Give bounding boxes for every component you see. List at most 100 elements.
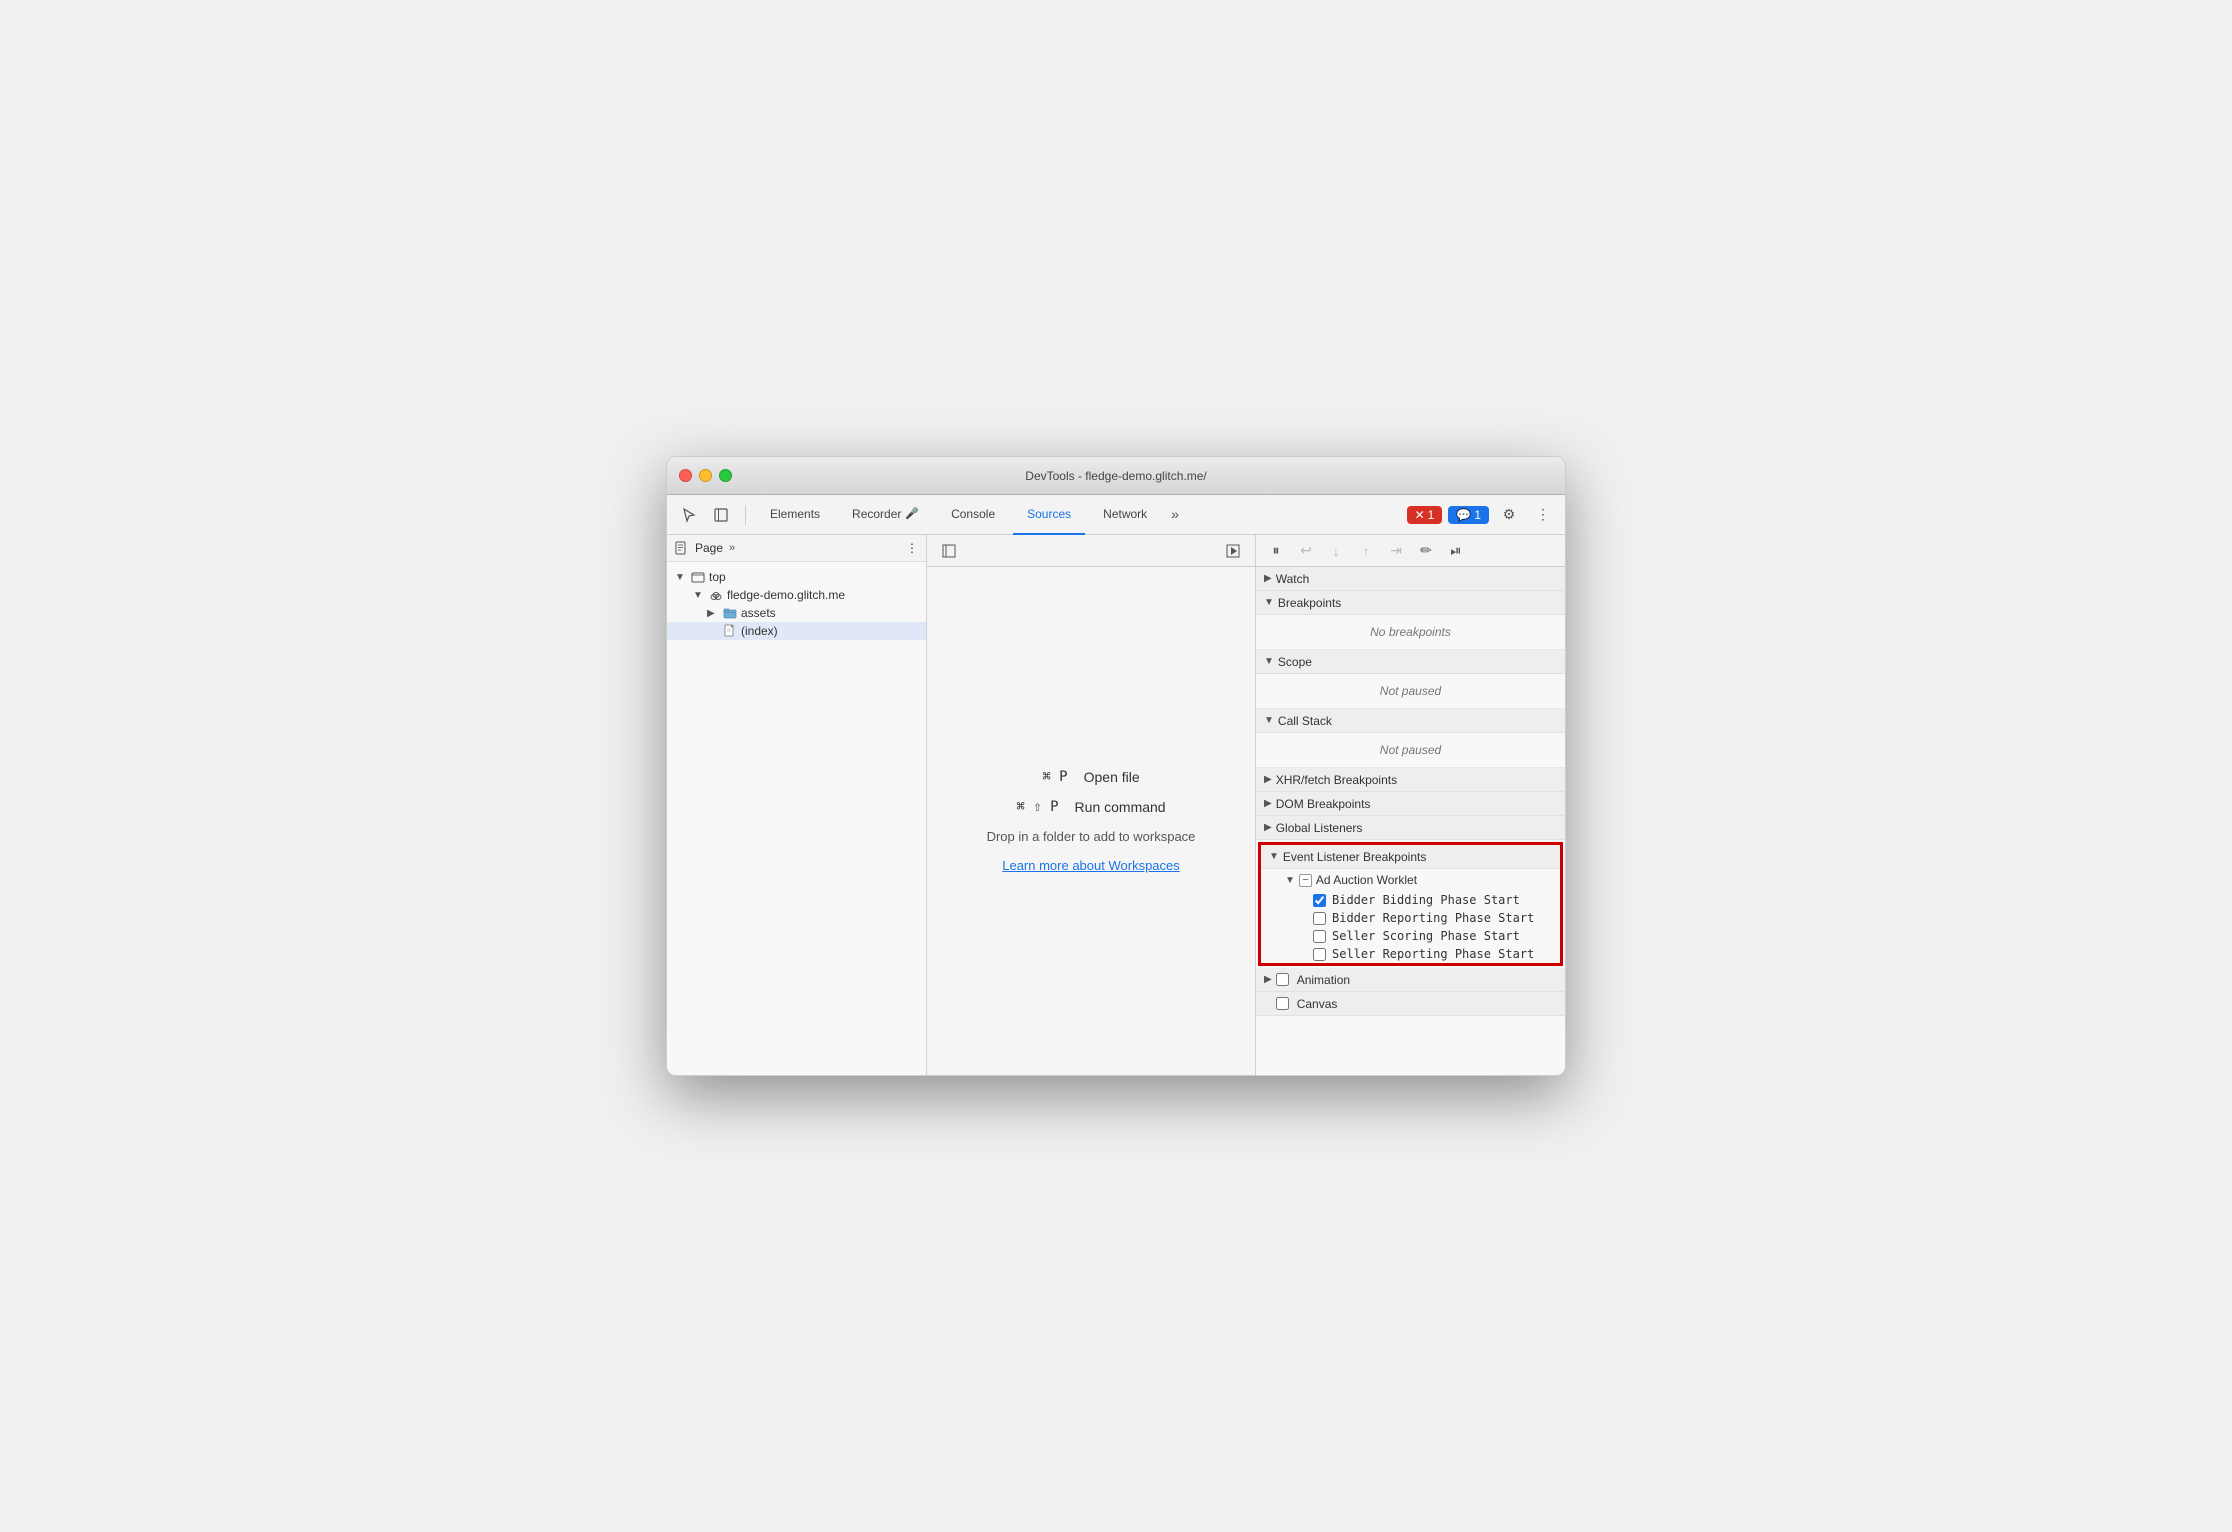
section-callstack-content: Not paused (1256, 733, 1565, 768)
tab-console[interactable]: Console (937, 495, 1009, 535)
step-over-button[interactable]: ↩ (1294, 539, 1318, 563)
workspace-link[interactable]: Learn more about Workspaces (1002, 858, 1180, 873)
checkbox-seller-scoring-label: Seller Scoring Phase Start (1332, 929, 1520, 943)
arrow-watch: ▶ (1264, 573, 1272, 584)
section-global-label: Global Listeners (1276, 821, 1363, 835)
checkbox-bidder-bidding-input[interactable] (1313, 894, 1326, 907)
checkbox-bidder-bidding: Bidder Bidding Phase Start (1277, 891, 1560, 909)
event-listener-section: ▼ Event Listener Breakpoints ▼ − Ad Auct… (1258, 842, 1563, 966)
left-panel-title: Page (695, 541, 723, 555)
error-badge[interactable]: ✕ 1 (1407, 506, 1443, 524)
main-layout: Page » ⋮ ▼ top ▼ (667, 535, 1565, 1075)
section-scope[interactable]: ▼ Scope (1256, 650, 1565, 674)
minimize-button[interactable] (699, 469, 712, 482)
checkbox-bidder-reporting: Bidder Reporting Phase Start (1277, 909, 1560, 927)
sub-section-ad-auction: ▼ − Ad Auction Worklet Bidder Bidding Ph… (1261, 869, 1560, 963)
play-icon[interactable] (1219, 537, 1247, 565)
left-panel: Page » ⋮ ▼ top ▼ (667, 535, 927, 1075)
tab-recorder[interactable]: Recorder 🎤 (838, 495, 933, 535)
section-watch-label: Watch (1276, 572, 1310, 586)
section-scope-content: Not paused (1256, 674, 1565, 709)
tree-item-fledge[interactable]: ▼ fledge-demo.glitch.me (667, 586, 926, 604)
shortcut-key-open: ⌘ P (1042, 769, 1067, 785)
arrow-dom: ▶ (1264, 798, 1272, 809)
arrow-assets: ▶ (707, 608, 719, 619)
pause-button[interactable]: ⏸ (1264, 539, 1288, 563)
shortcut-key-run: ⌘ ⇧ P (1016, 799, 1058, 815)
section-event-listener-label: Event Listener Breakpoints (1283, 850, 1426, 864)
checkbox-seller-scoring: Seller Scoring Phase Start (1277, 927, 1560, 945)
settings-icon[interactable]: ⚙ (1495, 501, 1523, 529)
cursor-icon[interactable] (675, 501, 703, 529)
checkbox-seller-scoring-input[interactable] (1313, 930, 1326, 943)
checkbox-animation[interactable] (1276, 973, 1289, 986)
sub-section-ad-auction-header[interactable]: ▼ − Ad Auction Worklet (1277, 869, 1560, 891)
tree-item-index[interactable]: ▶ (index) (667, 622, 926, 640)
toolbar-right: ✕ 1 💬 1 ⚙ ⋮ (1407, 501, 1557, 529)
section-scope-label: Scope (1278, 655, 1312, 669)
shortcut-keys-open: ⌘ P (1042, 769, 1067, 785)
checkbox-seller-reporting-input[interactable] (1313, 948, 1326, 961)
section-dom[interactable]: ▶ DOM Breakpoints (1256, 792, 1565, 816)
left-panel-header: Page » ⋮ (667, 535, 926, 562)
checkbox-bidder-reporting-input[interactable] (1313, 912, 1326, 925)
collapse-icon[interactable] (935, 537, 963, 565)
arrow-scope: ▼ (1264, 656, 1274, 667)
more-options-icon[interactable]: ⋮ (1529, 501, 1557, 529)
arrow-breakpoints: ▼ (1264, 597, 1274, 608)
section-event-listener[interactable]: ▼ Event Listener Breakpoints (1261, 845, 1560, 869)
step-button[interactable]: ⇥ (1384, 539, 1408, 563)
checkbox-bidder-bidding-label: Bidder Bidding Phase Start (1332, 893, 1520, 907)
arrow-xhr: ▶ (1264, 774, 1272, 785)
arrow-fledge: ▼ (693, 590, 705, 601)
step-out-button[interactable]: ↑ (1354, 539, 1378, 563)
minus-checkbox-ad-auction[interactable]: − (1299, 874, 1312, 887)
tab-more[interactable]: » (1165, 495, 1185, 535)
tab-sources[interactable]: Sources (1013, 495, 1085, 535)
file-tree: ▼ top ▼ fledge-demo.gli (667, 562, 926, 1075)
checkbox-canvas[interactable] (1276, 997, 1289, 1010)
checkbox-bidder-reporting-label: Bidder Reporting Phase Start (1332, 911, 1534, 925)
step-into-button[interactable]: ↓ (1324, 539, 1348, 563)
section-breakpoints[interactable]: ▼ Breakpoints (1256, 591, 1565, 615)
callstack-empty: Not paused (1264, 739, 1557, 761)
section-dom-label: DOM Breakpoints (1276, 797, 1371, 811)
panel-menu-icon[interactable]: ⋮ (906, 542, 918, 554)
more-debug-icon[interactable]: ⏯ (1444, 539, 1468, 563)
titlebar: DevTools - fledge-demo.glitch.me/ (667, 457, 1565, 495)
section-watch[interactable]: ▶ Watch (1256, 567, 1565, 591)
main-toolbar: Elements Recorder 🎤 Console Sources Netw… (667, 495, 1565, 535)
message-badge[interactable]: 💬 1 (1448, 506, 1489, 524)
section-callstack[interactable]: ▼ Call Stack (1256, 709, 1565, 733)
section-xhr-label: XHR/fetch Breakpoints (1276, 773, 1397, 787)
shortcut-keys-run: ⌘ ⇧ P (1016, 799, 1058, 815)
tab-network[interactable]: Network (1089, 495, 1161, 535)
close-button[interactable] (679, 469, 692, 482)
page-icon (675, 541, 689, 555)
deactivate-button[interactable]: ✏ (1414, 539, 1438, 563)
debug-toolbar: ⏸ ↩ ↓ ↑ ⇥ ✏ ⏯ (1256, 535, 1565, 567)
breakpoints-empty: No breakpoints (1264, 621, 1557, 643)
arrow-animation: ▶ (1264, 974, 1272, 985)
dock-icon[interactable] (707, 501, 735, 529)
shortcut-label-run: Run command (1075, 799, 1166, 815)
divider (745, 505, 746, 525)
section-breakpoints-content: No breakpoints (1256, 615, 1565, 650)
maximize-button[interactable] (719, 469, 732, 482)
arrow-event-listener: ▼ (1269, 851, 1279, 862)
section-animation[interactable]: ▶ Animation (1256, 968, 1565, 992)
tab-elements[interactable]: Elements (756, 495, 834, 535)
drop-text: Drop in a folder to add to workspace (987, 829, 1196, 844)
arrow-global: ▶ (1264, 822, 1272, 833)
sub-section-ad-auction-label: Ad Auction Worklet (1316, 873, 1417, 887)
tree-label-fledge: fledge-demo.glitch.me (727, 588, 845, 602)
section-breakpoints-label: Breakpoints (1278, 596, 1341, 610)
checkbox-seller-reporting-label: Seller Reporting Phase Start (1332, 947, 1534, 961)
section-canvas[interactable]: ▶ Canvas (1256, 992, 1565, 1016)
tree-item-assets[interactable]: ▶ assets (667, 604, 926, 622)
section-xhr[interactable]: ▶ XHR/fetch Breakpoints (1256, 768, 1565, 792)
tree-label-index: (index) (741, 624, 778, 638)
tree-item-top[interactable]: ▼ top (667, 568, 926, 586)
section-global[interactable]: ▶ Global Listeners (1256, 816, 1565, 840)
arrow-ad-auction: ▼ (1285, 875, 1295, 886)
